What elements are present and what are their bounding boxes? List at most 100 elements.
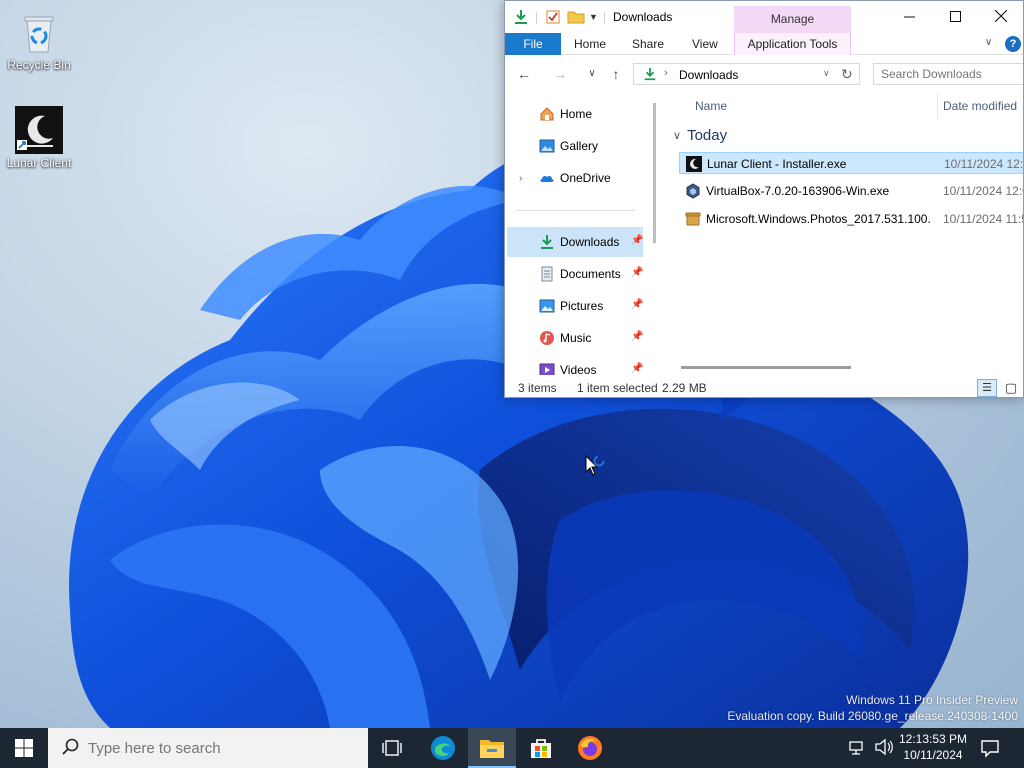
close-icon [995, 10, 1007, 22]
file-name: Microsoft.Windows.Photos_2017.531.100... [706, 212, 930, 226]
minimize-button[interactable] [886, 1, 932, 31]
system-clock[interactable]: 12:13:53 PM 10/11/2024 [896, 731, 970, 763]
collapse-chevron-icon: ∨ [673, 130, 682, 142]
tab-view[interactable]: View [683, 33, 727, 55]
large-icons-view-button[interactable]: ▢ [1001, 379, 1021, 397]
qa-separator: | [535, 10, 539, 24]
watermark-edition: Windows 11 Pro Insider Preview [846, 693, 1018, 707]
nav-item-label: Downloads [560, 235, 620, 249]
tab-share[interactable]: Share [623, 33, 673, 55]
onedrive-icon [540, 175, 554, 182]
search-icon [62, 738, 79, 755]
address-bar[interactable]: › Downloads ∨ ↻ [633, 63, 860, 85]
watermark-build: Evaluation copy. Build 26080.ge_release.… [727, 709, 1018, 723]
expand-chevron-icon[interactable]: › [519, 173, 522, 184]
nav-scrollbar-thumb[interactable] [653, 103, 656, 243]
nav-scrollbar[interactable] [651, 93, 659, 373]
file-list: Name Date modified ∨ Today Lunar Client … [663, 89, 1024, 375]
search-input[interactable] [874, 64, 1023, 84]
volume-icon[interactable] [874, 738, 894, 759]
column-divider[interactable] [937, 93, 938, 119]
file-row[interactable]: Lunar Client - Installer.exe 10/11/2024 … [679, 152, 1023, 174]
virtualbox-icon [686, 183, 700, 199]
nav-item-label: Videos [560, 363, 597, 375]
edge-button[interactable] [419, 728, 467, 768]
column-header-date-modified[interactable]: Date modified [943, 99, 1017, 113]
desktop-icon-lunar-client[interactable]: Lunar Client [1, 106, 77, 170]
help-icon[interactable]: ? [1005, 36, 1021, 52]
expand-ribbon-icon[interactable]: ∨ [985, 37, 992, 48]
pictures-icon [539, 299, 555, 313]
group-header-today[interactable]: ∨ Today [673, 127, 727, 144]
task-view-icon [382, 740, 402, 756]
file-row[interactable]: Microsoft.Windows.Photos_2017.531.100...… [679, 208, 1023, 230]
status-bar: 3 items 1 item selected 2.29 MB ☰ ▢ [505, 377, 1023, 397]
contextual-tab-header: Manage [734, 6, 851, 33]
up-button[interactable]: ↑ [605, 64, 627, 84]
pin-icon: 📌 [631, 267, 644, 278]
back-button[interactable]: ← [513, 64, 535, 84]
maximize-button[interactable] [932, 1, 978, 31]
close-button[interactable] [978, 1, 1023, 31]
refresh-icon[interactable]: ↻ [841, 66, 853, 83]
nav-item-label: Music [560, 331, 592, 345]
network-icon[interactable] [848, 739, 866, 760]
title-bar[interactable]: | ▼ | Downloads Manage [505, 1, 1023, 33]
file-date: 10/11/2024 12:0 [943, 184, 1024, 198]
maximize-icon [949, 10, 961, 22]
task-view-button[interactable] [368, 728, 416, 768]
nav-item-home[interactable]: Home [507, 99, 643, 129]
details-view-button[interactable]: ☰ [977, 379, 997, 397]
downloads-icon [644, 67, 656, 81]
search-box[interactable] [873, 63, 1023, 85]
horizontal-scrollbar-thumb[interactable] [681, 366, 851, 369]
downloads-icon [541, 235, 553, 249]
windows-logo-icon [15, 739, 33, 757]
clock-date: 10/11/2024 [903, 748, 963, 762]
microsoft-store-icon [531, 739, 551, 758]
pin-icon: 📌 [631, 331, 644, 342]
firefox-button[interactable] [566, 728, 614, 768]
busy-cursor-icon [585, 455, 605, 476]
column-header-name[interactable]: Name [695, 99, 727, 113]
tab-home[interactable]: Home [565, 33, 615, 55]
nav-item-videos[interactable]: Videos 📌 [507, 355, 643, 375]
edge-icon [431, 736, 455, 760]
desktop-icon-recycle-bin[interactable]: Recycle Bin [1, 8, 77, 72]
desktop-icon-label: Recycle Bin [7, 58, 71, 72]
nav-item-label: Home [560, 107, 593, 121]
pin-icon: 📌 [631, 299, 644, 310]
lunar-client-icon [15, 106, 63, 154]
taskbar: 12:13:53 PM 10/11/2024 [0, 728, 1024, 768]
address-dropdown-icon[interactable]: ∨ [823, 68, 830, 79]
recent-locations-chevron-icon[interactable]: ∨ [581, 64, 603, 84]
microsoft-store-button[interactable] [517, 728, 565, 768]
file-row[interactable]: VirtualBox-7.0.20-163906-Win.exe 10/11/2… [679, 180, 1024, 202]
nav-item-label: Documents [560, 267, 621, 281]
new-folder-icon[interactable] [567, 7, 585, 27]
nav-item-onedrive[interactable]: › OneDrive [507, 163, 643, 193]
pin-icon: 📌 [631, 363, 644, 374]
videos-icon [539, 363, 555, 375]
ribbon-tabs: File Home Share View Application Tools ∨… [505, 33, 1023, 55]
nav-item-pictures[interactable]: Pictures 📌 [507, 291, 643, 321]
notifications-icon[interactable] [980, 738, 1000, 761]
taskbar-search[interactable] [48, 728, 368, 768]
status-size: 2.29 MB [662, 381, 707, 395]
file-explorer-icon [480, 740, 504, 758]
file-explorer-button[interactable] [468, 728, 516, 768]
customize-qa-chevron-icon[interactable]: ▼ [589, 7, 598, 27]
window-title: Downloads [613, 10, 673, 24]
qa-separator: | [603, 10, 607, 24]
forward-button[interactable]: → [549, 64, 571, 84]
tab-file[interactable]: File [505, 33, 561, 55]
start-button[interactable] [0, 728, 48, 768]
nav-item-gallery[interactable]: Gallery [507, 131, 643, 161]
nav-item-label: Gallery [560, 139, 599, 153]
properties-icon[interactable] [545, 7, 561, 27]
tab-application-tools[interactable]: Application Tools [734, 33, 851, 55]
search-input[interactable] [88, 728, 358, 768]
nav-item-documents[interactable]: Documents 📌 [507, 259, 643, 289]
nav-item-music[interactable]: Music 📌 [507, 323, 643, 353]
nav-item-downloads[interactable]: Downloads 📌 [507, 227, 643, 257]
